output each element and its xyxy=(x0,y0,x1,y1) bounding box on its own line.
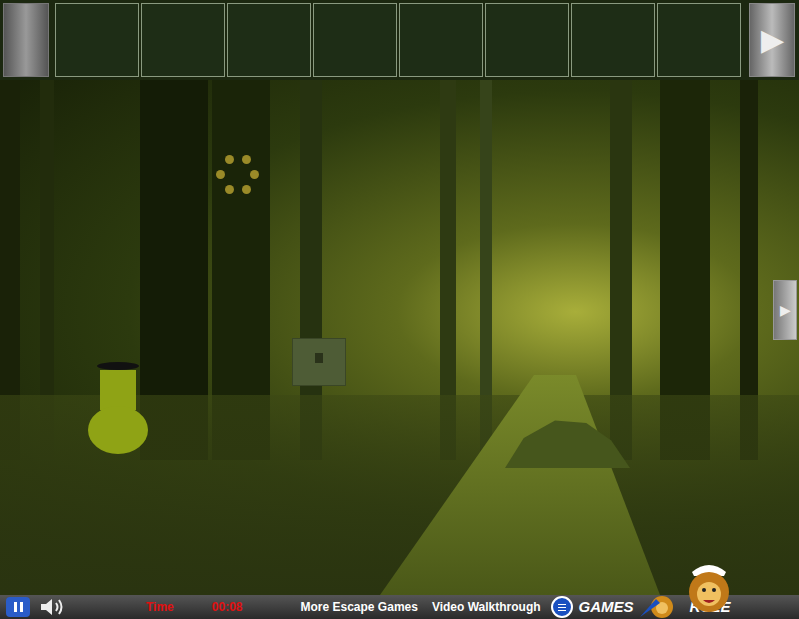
inventory-slot[interactable] xyxy=(313,3,397,77)
vase[interactable] xyxy=(88,362,148,458)
inventory-slot[interactable] xyxy=(399,3,483,77)
inventory-slot[interactable] xyxy=(657,3,741,77)
inventory-slot[interactable] xyxy=(571,3,655,77)
lock-dot[interactable] xyxy=(242,155,251,164)
lock-dot[interactable] xyxy=(225,185,234,194)
inventory-left-box[interactable] xyxy=(3,3,49,77)
inventory-slot[interactable] xyxy=(485,3,569,77)
lock-dot[interactable] xyxy=(216,170,225,179)
lion-icon xyxy=(636,595,688,619)
time-value: 00:08 xyxy=(212,598,243,616)
next-button[interactable]: ▶ xyxy=(749,3,795,77)
inventory-slot[interactable] xyxy=(141,3,225,77)
time-label: Time xyxy=(146,598,174,616)
forest-scene: ▶ xyxy=(0,80,799,595)
scene-right-arrow[interactable]: ▶ xyxy=(773,280,797,340)
dot-lock[interactable] xyxy=(215,152,261,198)
walkthrough-link[interactable]: Video Walkthrough xyxy=(432,598,541,616)
inventory-slot[interactable] xyxy=(55,3,139,77)
lion-head-icon xyxy=(684,560,734,616)
lock-dot[interactable] xyxy=(225,155,234,164)
lock-dot[interactable] xyxy=(250,170,259,179)
lock-dot[interactable] xyxy=(242,185,251,194)
locked-box[interactable] xyxy=(292,338,346,386)
inventory-slot[interactable] xyxy=(227,3,311,77)
menu-icon[interactable] xyxy=(551,596,573,618)
status-bar: Time 00:08 More Escape Games Video Walkthro… xyxy=(0,595,799,619)
pause-icon[interactable] xyxy=(6,597,30,617)
more-games-link[interactable]: More Escape Games xyxy=(301,598,418,616)
inventory-bar: ▶ xyxy=(0,0,799,80)
speaker-on-icon[interactable] xyxy=(38,597,68,617)
game-screen: ▶ ▶ Time 00:08 More Escape Games Video Walkth… xyxy=(0,0,799,619)
